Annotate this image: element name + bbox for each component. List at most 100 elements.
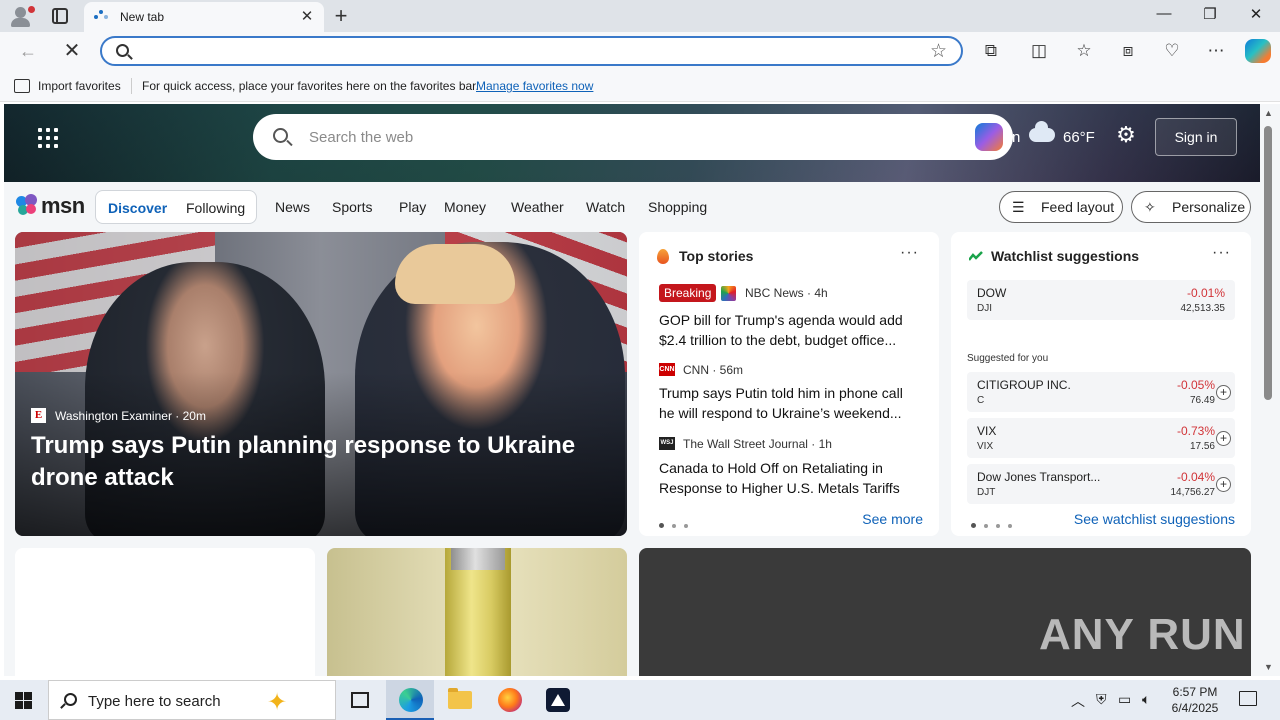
address-bar[interactable]: ☆ bbox=[100, 36, 963, 66]
msn-logo-text: msn bbox=[41, 193, 85, 218]
close-tab-icon[interactable]: ✕ bbox=[298, 7, 316, 25]
add-to-watchlist-icon[interactable]: + bbox=[1216, 477, 1231, 492]
more-options-icon[interactable]: ··· bbox=[1212, 244, 1231, 262]
favorites-icon[interactable]: ☆ bbox=[1073, 40, 1095, 62]
carousel-dots[interactable] bbox=[659, 516, 696, 531]
top-stories-title: Top stories bbox=[679, 248, 754, 264]
taskbar-edge[interactable] bbox=[386, 680, 434, 720]
sparkle-icon: ✧ bbox=[1144, 199, 1156, 215]
tab-following[interactable]: Following bbox=[186, 200, 245, 216]
profile-icon[interactable] bbox=[8, 4, 35, 28]
app-launcher-icon[interactable] bbox=[38, 128, 58, 148]
wsj-logo: WSJ bbox=[659, 437, 675, 450]
network-icon[interactable]: ▭ bbox=[1118, 691, 1131, 708]
favorite-star-icon[interactable]: ☆ bbox=[930, 40, 947, 63]
extensions-icon[interactable]: ⧉ bbox=[980, 40, 1002, 62]
tab-title: New tab bbox=[120, 10, 165, 24]
scrollbar-thumb[interactable] bbox=[1264, 126, 1272, 400]
nav-money[interactable]: Money bbox=[444, 199, 486, 215]
feed-card[interactable] bbox=[327, 548, 627, 676]
story-headline[interactable]: Canada to Hold Off on Retaliating in Res… bbox=[659, 458, 921, 498]
taskbar-clock[interactable]: 6:57 PM 6/4/2025 bbox=[1160, 684, 1230, 716]
nav-shopping[interactable]: Shopping bbox=[648, 199, 707, 215]
add-to-watchlist-icon[interactable]: + bbox=[1216, 385, 1231, 400]
notifications-icon[interactable] bbox=[1239, 691, 1257, 706]
hero-story-card[interactable]: E Washington Examiner · 20m Trump says P… bbox=[15, 232, 627, 536]
taskbar-search-box[interactable]: Type here to search ✦ bbox=[48, 680, 336, 720]
stop-loading-button[interactable]: ✕ bbox=[58, 38, 86, 64]
stock-ticker: C bbox=[977, 395, 985, 406]
more-menu-icon[interactable]: ⋯ bbox=[1205, 40, 1227, 62]
nav-watch[interactable]: Watch bbox=[586, 199, 625, 215]
hero-photo-hair bbox=[395, 244, 515, 304]
watchlist-title: Watchlist suggestions bbox=[991, 248, 1140, 264]
nav-news[interactable]: News bbox=[275, 199, 310, 215]
firefox-icon bbox=[498, 688, 522, 712]
stock-row[interactable]: VIX VIX -0.73% 17.56 + bbox=[967, 418, 1235, 458]
sign-in-button[interactable]: Sign in bbox=[1155, 118, 1237, 156]
manage-favorites-link[interactable]: Manage favorites now bbox=[476, 79, 593, 93]
search-icon bbox=[273, 128, 288, 143]
search-icon bbox=[116, 44, 129, 57]
feed-card[interactable]: ANY RUN bbox=[639, 548, 1251, 676]
security-icon[interactable]: ⛨ bbox=[1096, 691, 1107, 708]
scroll-up-arrow-icon[interactable]: ▲ bbox=[1264, 108, 1273, 118]
stock-ticker: DJT bbox=[977, 487, 996, 498]
msn-logo[interactable]: msn bbox=[16, 191, 86, 219]
hero-headline[interactable]: Trump says Putin planning response to Uk… bbox=[31, 430, 591, 494]
stock-row[interactable]: Dow Jones Transport... DJT -0.04% 14,756… bbox=[967, 464, 1235, 504]
stock-row[interactable]: CITIGROUP INC. C -0.05% 76.49 + bbox=[967, 372, 1235, 412]
tab-discover[interactable]: Discover bbox=[108, 200, 167, 216]
anyrun-watermark: ANY RUN bbox=[1039, 610, 1246, 659]
settings-gear-icon[interactable]: ⚙ bbox=[1115, 124, 1137, 146]
see-watchlist-link[interactable]: See watchlist suggestions bbox=[1074, 511, 1235, 527]
fire-icon bbox=[657, 249, 669, 264]
breaking-badge: Breaking bbox=[659, 284, 717, 302]
new-tab-button[interactable]: + bbox=[330, 3, 352, 29]
copilot-search-icon[interactable] bbox=[975, 123, 1003, 151]
feed-layout-button[interactable]: ☰ Feed layout bbox=[999, 191, 1123, 223]
stock-row[interactable]: DOW DJI -0.01% 42,513.35 bbox=[967, 280, 1235, 320]
story-headline[interactable]: GOP bill for Trump's agenda would add $2… bbox=[659, 310, 921, 350]
windows-start-icon[interactable] bbox=[15, 692, 32, 709]
copilot-icon[interactable] bbox=[1245, 39, 1271, 63]
folder-icon bbox=[448, 688, 472, 709]
story-source: The Wall Street Journal · 1h bbox=[683, 437, 832, 451]
temperature[interactable]: 66°F bbox=[1063, 129, 1095, 146]
taskbar-file-explorer[interactable] bbox=[436, 680, 484, 720]
carousel-dots[interactable] bbox=[971, 516, 1020, 531]
minimize-button[interactable]: — bbox=[1141, 5, 1187, 22]
close-window-button[interactable]: ✕ bbox=[1233, 5, 1279, 23]
personalize-button[interactable]: ✧ Personalize bbox=[1131, 191, 1251, 223]
nav-sports[interactable]: Sports bbox=[332, 199, 372, 215]
scroll-down-arrow-icon[interactable]: ▼ bbox=[1264, 662, 1273, 672]
taskbar-anyrun[interactable] bbox=[534, 680, 582, 720]
task-view-button[interactable] bbox=[336, 680, 384, 720]
restore-button[interactable]: ❐ bbox=[1187, 5, 1233, 23]
clock-time: 6:57 PM bbox=[1172, 685, 1218, 699]
see-more-link[interactable]: See more bbox=[862, 511, 923, 527]
import-favorites-button[interactable]: Import favorites bbox=[38, 79, 121, 93]
browser-essentials-icon[interactable]: ♡ bbox=[1161, 40, 1183, 62]
story-source: NBC News · 4h bbox=[745, 286, 828, 300]
chevron-up-icon[interactable]: ︿ bbox=[1071, 691, 1085, 711]
tab-actions-icon[interactable] bbox=[52, 8, 68, 24]
stock-change: -0.04% bbox=[1176, 470, 1215, 484]
web-search-box[interactable]: Search the web bbox=[253, 114, 1013, 160]
tab-new-tab[interactable]: New tab ✕ bbox=[84, 2, 324, 32]
nav-weather[interactable]: Weather bbox=[511, 199, 564, 215]
collections-icon[interactable]: ⧈ bbox=[1117, 40, 1139, 62]
nav-play[interactable]: Play bbox=[399, 199, 426, 215]
page-scrollbar[interactable]: ▲ ▼ bbox=[1260, 104, 1280, 676]
story-headline[interactable]: Trump says Putin told him in phone call … bbox=[659, 383, 921, 423]
split-screen-icon[interactable]: ◫ bbox=[1028, 40, 1050, 62]
stock-name: CITIGROUP INC. bbox=[977, 378, 1071, 392]
taskbar-firefox[interactable] bbox=[486, 680, 534, 720]
feed-card[interactable] bbox=[15, 548, 315, 676]
windows-taskbar: Type here to search ✦ ︿ ⛨ ▭ 🔈︎ 6:57 PM 6… bbox=[0, 680, 1280, 720]
more-options-icon[interactable]: ··· bbox=[900, 244, 919, 262]
suggested-label: Suggested for you bbox=[967, 353, 1049, 364]
back-button[interactable]: ← bbox=[14, 38, 42, 64]
volume-icon[interactable]: 🔈︎ bbox=[1142, 691, 1150, 708]
add-to-watchlist-icon[interactable]: + bbox=[1216, 431, 1231, 446]
